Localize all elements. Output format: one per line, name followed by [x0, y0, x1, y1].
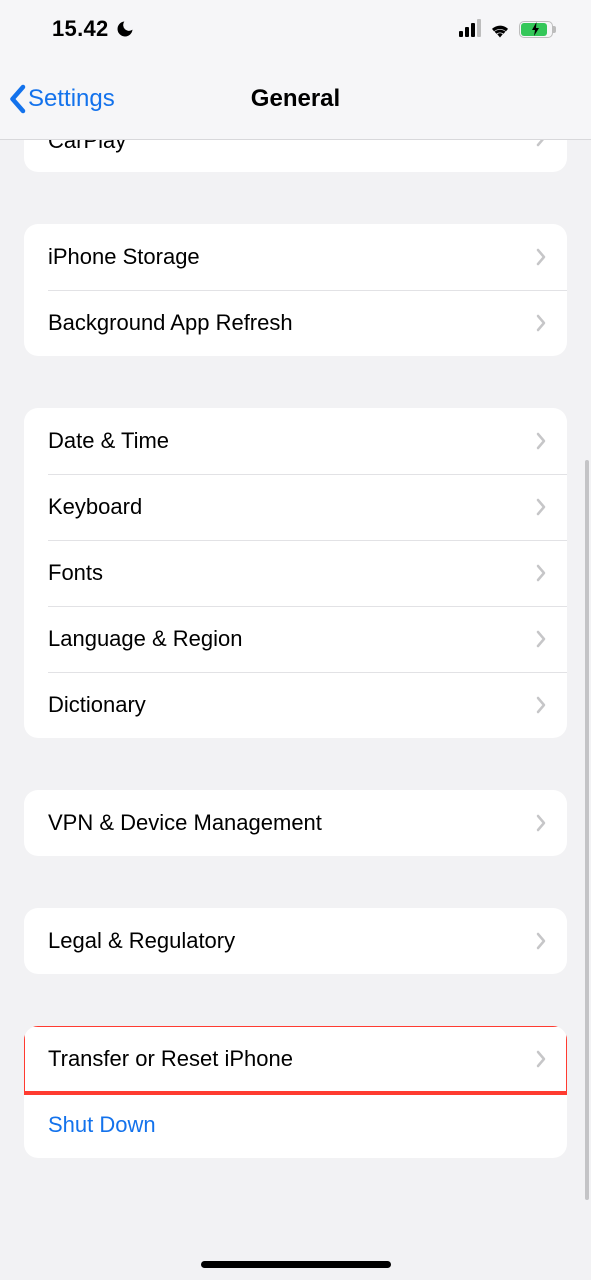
row-label: Dictionary — [48, 692, 146, 718]
chevron-right-icon — [535, 497, 547, 517]
row-carplay[interactable]: CarPlay — [24, 140, 567, 160]
settings-group-storage: iPhone Storage Background App Refresh — [24, 224, 567, 356]
row-label: Legal & Regulatory — [48, 928, 235, 954]
row-vpn-device-management[interactable]: VPN & Device Management — [24, 790, 567, 856]
nav-bar: Settings General — [0, 58, 591, 140]
settings-group-partial: CarPlay — [24, 140, 567, 172]
row-dictionary[interactable]: Dictionary — [24, 672, 567, 738]
chevron-right-icon — [535, 313, 547, 333]
row-shut-down[interactable]: Shut Down — [24, 1092, 567, 1158]
row-language-region[interactable]: Language & Region — [24, 606, 567, 672]
row-label: Transfer or Reset iPhone — [48, 1046, 293, 1072]
row-label: Background App Refresh — [48, 310, 293, 336]
row-background-app-refresh[interactable]: Background App Refresh — [24, 290, 567, 356]
row-label: Shut Down — [48, 1112, 156, 1138]
settings-group-reset: Transfer or Reset iPhone Shut Down — [24, 1026, 567, 1158]
row-label: VPN & Device Management — [48, 810, 322, 836]
chevron-right-icon — [535, 931, 547, 951]
status-bar: 15.42 — [0, 0, 591, 58]
cellular-signal-icon — [459, 21, 481, 37]
row-keyboard[interactable]: Keyboard — [24, 474, 567, 540]
scroll-indicator — [585, 460, 589, 1200]
chevron-right-icon — [535, 563, 547, 583]
row-fonts[interactable]: Fonts — [24, 540, 567, 606]
settings-content: CarPlay iPhone Storage Background App Re… — [0, 140, 591, 1280]
row-date-time[interactable]: Date & Time — [24, 408, 567, 474]
row-label: Date & Time — [48, 428, 169, 454]
row-label: CarPlay — [48, 140, 126, 154]
chevron-right-icon — [535, 431, 547, 451]
row-label: Fonts — [48, 560, 103, 586]
do-not-disturb-icon — [115, 19, 135, 39]
chevron-right-icon — [535, 1049, 547, 1069]
settings-group-vpn: VPN & Device Management — [24, 790, 567, 856]
row-label: Keyboard — [48, 494, 142, 520]
chevron-right-icon — [535, 695, 547, 715]
chevron-right-icon — [535, 247, 547, 267]
row-transfer-reset[interactable]: Transfer or Reset iPhone — [24, 1026, 567, 1092]
status-left: 15.42 — [52, 16, 135, 42]
row-legal-regulatory[interactable]: Legal & Regulatory — [24, 908, 567, 974]
battery-charging-icon — [519, 21, 553, 38]
status-time: 15.42 — [52, 16, 109, 42]
chevron-right-icon — [535, 813, 547, 833]
status-right — [459, 20, 553, 38]
back-button[interactable]: Settings — [8, 84, 115, 114]
row-iphone-storage[interactable]: iPhone Storage — [24, 224, 567, 290]
wifi-icon — [489, 20, 511, 38]
settings-group-legal: Legal & Regulatory — [24, 908, 567, 974]
row-label: Language & Region — [48, 626, 243, 652]
row-label: iPhone Storage — [48, 244, 200, 270]
back-label: Settings — [28, 85, 115, 113]
settings-group-locale: Date & Time Keyboard Fonts Language & Re… — [24, 408, 567, 738]
chevron-right-icon — [535, 140, 547, 148]
chevron-right-icon — [535, 629, 547, 649]
home-indicator[interactable] — [201, 1261, 391, 1268]
